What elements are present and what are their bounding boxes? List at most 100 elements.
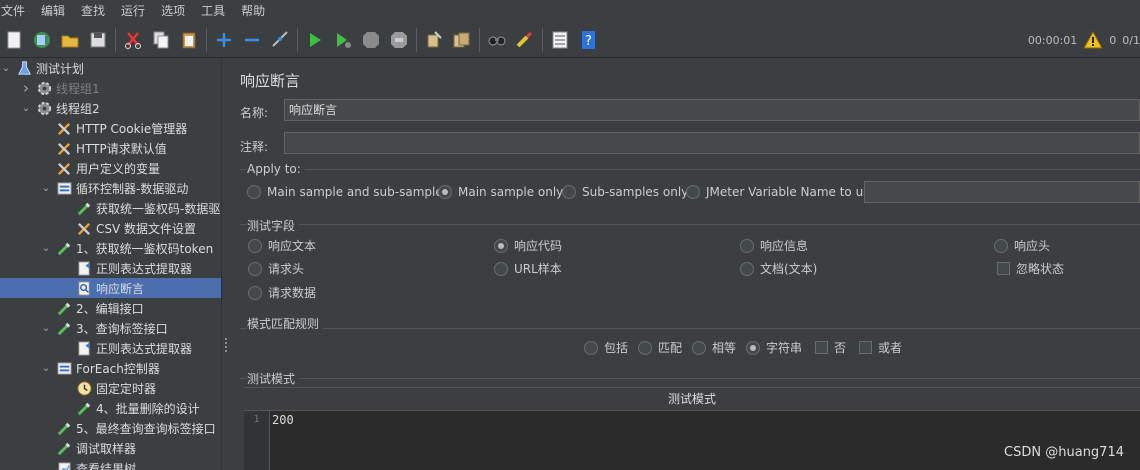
test-field-option[interactable]: 响应头 xyxy=(994,237,1050,254)
new-icon[interactable] xyxy=(1,27,27,53)
chevron-down-icon[interactable]: ⌄ xyxy=(20,103,32,114)
radio-circle[interactable] xyxy=(248,238,262,253)
menu-item[interactable]: 选项 xyxy=(153,0,193,22)
function-helper-icon[interactable] xyxy=(547,27,573,53)
tree-node[interactable]: 固定定时器 xyxy=(0,378,221,398)
patterns-column-header[interactable]: 测试模式 xyxy=(244,387,1140,411)
tree-node[interactable]: HTTP Cookie管理器 xyxy=(0,118,221,138)
pattern-line[interactable]: 200 xyxy=(272,413,294,427)
patterns-editor[interactable]: 1 200 xyxy=(244,411,1140,470)
match-rule-option[interactable]: 匹配 xyxy=(638,339,682,356)
chevron-down-icon[interactable]: ⌄ xyxy=(40,183,52,194)
save-icon[interactable] xyxy=(85,27,111,53)
clear-all-icon[interactable] xyxy=(449,27,475,53)
menu-item[interactable]: 工具 xyxy=(193,0,233,22)
tree-node[interactable]: 4、批量删除的设计 xyxy=(0,398,221,418)
test-field-option[interactable]: 文档(文本) xyxy=(740,260,817,277)
menu-item[interactable]: 文件 xyxy=(0,0,33,22)
radio-circle[interactable] xyxy=(638,340,652,355)
tree-node[interactable]: 正则表达式提取器 xyxy=(0,258,221,278)
menu-item[interactable]: 查找 xyxy=(73,0,113,22)
tree-node[interactable]: 用户定义的变量 xyxy=(0,158,221,178)
comment-field[interactable] xyxy=(284,132,1140,154)
or-checkbox[interactable]: 或者 xyxy=(859,339,902,356)
tree-node[interactable]: 5、最终查询查询标签接口 xyxy=(0,418,221,438)
tree-node[interactable]: ⌄ 线程组2 xyxy=(0,98,221,118)
clear-icon[interactable] xyxy=(421,27,447,53)
radio-circle[interactable] xyxy=(248,261,262,276)
radio-circle[interactable] xyxy=(994,238,1008,253)
radio-circle[interactable] xyxy=(247,185,261,199)
tree-node[interactable]: 获取统一鉴权码-数据驱 xyxy=(0,198,221,218)
stop-icon[interactable] xyxy=(358,27,384,53)
chevron-right-icon[interactable]: › xyxy=(20,79,32,97)
match-rule-option[interactable]: 相等 xyxy=(692,339,736,356)
test-field-option[interactable]: 请求数据 xyxy=(248,284,316,301)
jmeter-variable-field[interactable] xyxy=(864,181,1140,203)
split-pane-divider[interactable] xyxy=(221,58,230,470)
cut-icon[interactable] xyxy=(120,27,146,53)
radio-circle[interactable] xyxy=(740,261,754,276)
reset-search-icon[interactable] xyxy=(512,27,538,53)
help-icon[interactable]: ? xyxy=(575,27,601,53)
tree-node[interactable]: HTTP请求默认值 xyxy=(0,138,221,158)
test-plan-tree[interactable]: ⌄ 测试计划 › 线程组1 ⌄ 线程组2 HTTP Cookie管理器 HTTP请求默认值 用户… xyxy=(0,58,221,470)
copy-icon[interactable] xyxy=(148,27,174,53)
radio-circle[interactable] xyxy=(494,261,508,276)
tree-node[interactable]: › 线程组1 xyxy=(0,78,221,98)
checkbox-box[interactable] xyxy=(859,341,872,354)
tree-node[interactable]: 2、编辑接口 xyxy=(0,298,221,318)
tree-node[interactable]: 正则表达式提取器 xyxy=(0,338,221,358)
test-field-option[interactable]: 响应信息 xyxy=(740,237,808,254)
tree-node[interactable]: ⌄ ForEach控制器 xyxy=(0,358,221,378)
test-field-option[interactable]: 响应文本 xyxy=(248,237,316,254)
paste-icon[interactable] xyxy=(176,27,202,53)
radio-circle[interactable] xyxy=(746,340,760,355)
checkbox-box[interactable] xyxy=(815,341,828,354)
chevron-down-icon[interactable]: ⌄ xyxy=(0,63,12,74)
checkbox-box[interactable] xyxy=(997,262,1010,275)
expand-icon[interactable] xyxy=(211,27,237,53)
tree-node[interactable]: ⌄ 3、查询标签接口 xyxy=(0,318,221,338)
test-field-option[interactable]: 请求头 xyxy=(248,260,304,277)
ignore-status-checkbox[interactable]: 忽略状态 xyxy=(997,260,1064,277)
start-icon[interactable] xyxy=(302,27,328,53)
radio-circle[interactable] xyxy=(584,340,598,355)
chevron-down-icon[interactable]: ⌄ xyxy=(40,243,52,254)
tree-node[interactable]: ⌄ 测试计划 xyxy=(0,58,221,78)
tree-node[interactable]: 响应断言 xyxy=(0,278,221,298)
apply-to-option[interactable]: Main sample and sub-samples xyxy=(247,185,449,199)
start-no-pause-icon[interactable] xyxy=(330,27,356,53)
test-field-option[interactable]: URL样本 xyxy=(494,260,562,277)
apply-to-option[interactable]: Main sample only xyxy=(438,185,563,199)
chevron-down-icon[interactable]: ⌄ xyxy=(40,323,52,334)
match-rule-option[interactable]: 字符串 xyxy=(746,339,802,356)
templates-icon[interactable] xyxy=(29,27,55,53)
tree-node[interactable]: 查看结果树 xyxy=(0,458,221,470)
open-icon[interactable] xyxy=(57,27,83,53)
tree-node[interactable]: ⌄ 循环控制器-数据驱动 xyxy=(0,178,221,198)
radio-circle[interactable] xyxy=(562,185,576,199)
radio-circle[interactable] xyxy=(438,185,452,199)
search-icon[interactable] xyxy=(484,27,510,53)
apply-to-option[interactable]: JMeter Variable Name to use xyxy=(686,185,877,199)
name-field[interactable]: 响应断言 xyxy=(284,99,1140,121)
radio-circle[interactable] xyxy=(692,340,706,355)
tree-node[interactable]: 调试取样器 xyxy=(0,438,221,458)
not-checkbox[interactable]: 否 xyxy=(815,339,846,356)
radio-circle[interactable] xyxy=(740,238,754,253)
toggle-icon[interactable] xyxy=(267,27,293,53)
menu-item[interactable]: 帮助 xyxy=(233,0,273,22)
radio-circle[interactable] xyxy=(248,285,262,300)
apply-to-option[interactable]: Sub-samples only xyxy=(562,185,688,199)
radio-circle[interactable] xyxy=(494,238,508,253)
warning-icon[interactable] xyxy=(1083,31,1104,49)
collapse-icon[interactable] xyxy=(239,27,265,53)
chevron-down-icon[interactable]: ⌄ xyxy=(40,363,52,374)
shutdown-icon[interactable] xyxy=(386,27,412,53)
test-field-option[interactable]: 响应代码 xyxy=(494,237,562,254)
menu-item[interactable]: 运行 xyxy=(113,0,153,22)
tree-node[interactable]: ⌄ 1、获取统一鉴权码token xyxy=(0,238,221,258)
radio-circle[interactable] xyxy=(686,185,700,199)
match-rule-option[interactable]: 包括 xyxy=(584,339,628,356)
